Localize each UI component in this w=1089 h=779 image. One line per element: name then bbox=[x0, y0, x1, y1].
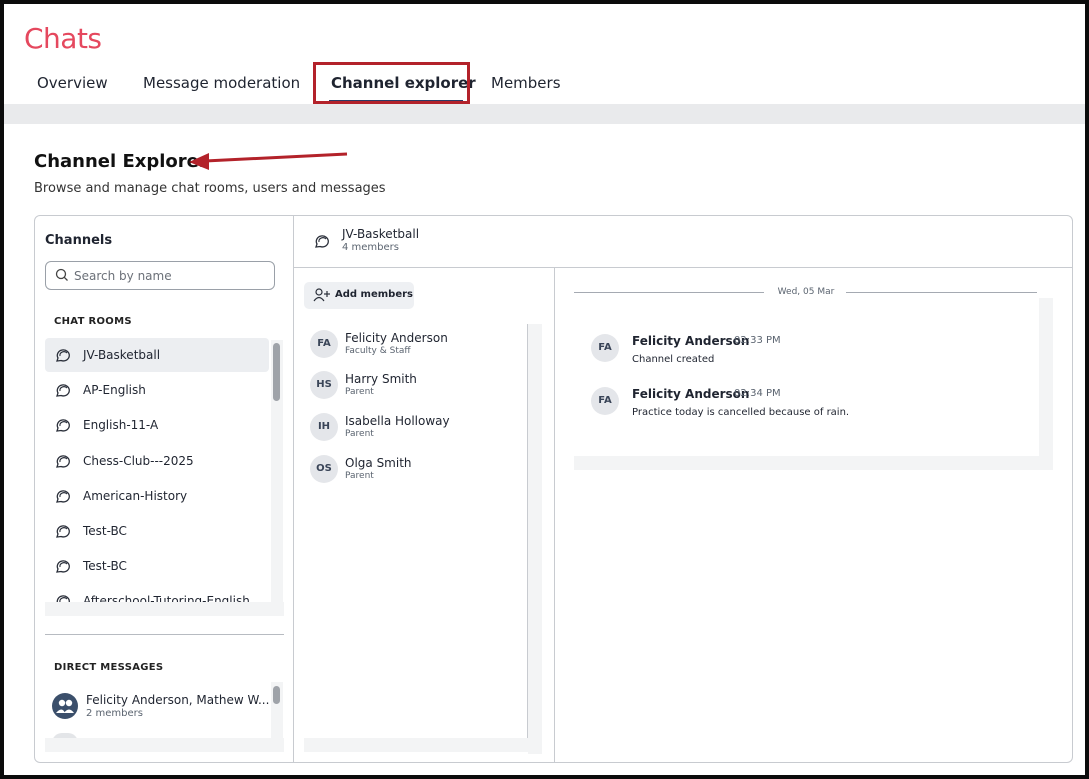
page-title: Channel Explorer bbox=[34, 151, 208, 172]
tab-overview[interactable]: Overview bbox=[37, 74, 108, 92]
chat-room-item[interactable]: AP-English bbox=[45, 373, 269, 407]
message-item: FA Felicity Anderson 02:34 PM Practice t… bbox=[591, 383, 1031, 429]
messages-horizontal-scrollbar bbox=[574, 456, 1053, 470]
add-members-button[interactable]: Add members bbox=[304, 282, 414, 309]
member-item[interactable]: FA Felicity Anderson Faculty & Staff bbox=[304, 324, 528, 364]
direct-message-members: 2 members bbox=[86, 708, 143, 719]
chat-room-icon bbox=[56, 595, 70, 602]
member-item[interactable]: HS Harry Smith Parent bbox=[304, 365, 528, 405]
dm-horizontal-scrollbar bbox=[45, 738, 284, 752]
tab-message-moderation[interactable]: Message moderation bbox=[143, 74, 300, 92]
chat-room-label: Test-BC bbox=[83, 524, 127, 538]
avatar: FA bbox=[591, 334, 619, 362]
date-divider-label: Wed, 05 Mar bbox=[777, 287, 835, 297]
chat-rooms-label: CHAT ROOMS bbox=[54, 316, 132, 327]
date-divider-line bbox=[846, 292, 1037, 293]
chat-room-icon bbox=[56, 384, 70, 397]
avatar: FA bbox=[310, 330, 338, 358]
chat-room-label: Chess-Club---2025 bbox=[83, 454, 194, 468]
app-title: Chats bbox=[24, 22, 102, 55]
chat-room-item[interactable]: Test-BC bbox=[45, 549, 269, 583]
chat-rooms-list: JV-Basketball AP-English English-11-A Ch… bbox=[45, 338, 284, 602]
section-divider bbox=[45, 634, 284, 635]
chat-room-item[interactable]: Test-BC bbox=[45, 514, 269, 548]
messages-scrollbar[interactable] bbox=[1039, 298, 1053, 470]
chat-room-item[interactable]: Chess-Club---2025 bbox=[45, 444, 269, 478]
avatar: FA bbox=[591, 387, 619, 415]
member-name: Felicity Anderson bbox=[345, 331, 448, 345]
message-author: Felicity Anderson bbox=[632, 334, 750, 348]
search-icon bbox=[55, 268, 68, 281]
member-name: Olga Smith bbox=[345, 456, 412, 470]
message-time: 02:34 PM bbox=[734, 388, 781, 399]
avatar: HS bbox=[310, 371, 338, 399]
chat-room-label: Afterschool-Tutoring-English bbox=[83, 594, 250, 602]
chat-room-item[interactable]: Afterschool-Tutoring-English bbox=[45, 584, 269, 602]
member-role: Parent bbox=[345, 429, 374, 439]
member-name: Isabella Holloway bbox=[345, 414, 450, 428]
message-item: FA Felicity Anderson 02:33 PM Channel cr… bbox=[591, 330, 1031, 376]
channels-sidebar: Channels CHAT ROOMS JV-Basketball AP-Eng… bbox=[35, 216, 294, 762]
member-item[interactable]: IH Isabella Holloway Parent bbox=[304, 407, 528, 447]
tab-highlight-box bbox=[313, 62, 470, 104]
avatar: IH bbox=[310, 413, 338, 441]
chat-room-label: AP-English bbox=[83, 383, 146, 397]
chat-room-label: Test-BC bbox=[83, 559, 127, 573]
member-role: Faculty & Staff bbox=[345, 346, 411, 356]
group-avatar-icon bbox=[52, 693, 78, 719]
avatar: OS bbox=[310, 455, 338, 483]
add-user-icon bbox=[313, 288, 330, 302]
channel-name: JV-Basketball bbox=[342, 227, 420, 241]
chat-room-label: English-11-A bbox=[83, 418, 159, 432]
rooms-scrollbar-thumb[interactable] bbox=[273, 343, 280, 401]
chat-room-item[interactable]: American-History bbox=[45, 479, 269, 513]
message-author: Felicity Anderson bbox=[632, 387, 750, 401]
message-text: Channel created bbox=[632, 354, 715, 365]
search-box[interactable] bbox=[45, 261, 275, 290]
member-name: Harry Smith bbox=[345, 372, 417, 386]
chat-room-icon bbox=[56, 419, 70, 432]
chat-room-icon bbox=[56, 560, 70, 573]
chat-room-label: JV-Basketball bbox=[83, 348, 161, 362]
member-role: Parent bbox=[345, 471, 374, 481]
app-window: Chats Overview Message moderation Channe… bbox=[0, 0, 1089, 779]
chat-room-item[interactable]: English-11-A bbox=[45, 408, 269, 442]
members-panel: Add members FA Felicity Anderson Faculty… bbox=[294, 268, 555, 762]
direct-messages-label: DIRECT MESSAGES bbox=[54, 662, 164, 673]
members-list: FA Felicity Anderson Faculty & Staff HS … bbox=[304, 324, 528, 748]
annotation-arrow bbox=[189, 152, 348, 170]
channels-heading: Channels bbox=[45, 233, 113, 248]
message-text: Practice today is cancelled because of r… bbox=[632, 407, 850, 418]
dm-scrollbar-thumb[interactable] bbox=[273, 686, 280, 704]
direct-message-name: Felicity Anderson, Mathew W... bbox=[86, 693, 270, 707]
chat-room-icon bbox=[56, 525, 70, 538]
tab-bar: Overview Message moderation Channel expl… bbox=[4, 66, 1085, 106]
member-role: Parent bbox=[345, 387, 374, 397]
direct-message-item[interactable]: Felicity Anderson, Mathew W... 2 members bbox=[45, 686, 269, 730]
add-members-label: Add members bbox=[335, 289, 413, 300]
header-separator bbox=[4, 104, 1085, 124]
chat-room-icon bbox=[56, 455, 70, 468]
chat-room-icon bbox=[56, 490, 70, 503]
members-horizontal-scrollbar bbox=[304, 738, 542, 752]
rooms-horizontal-scrollbar bbox=[45, 602, 284, 616]
search-input[interactable] bbox=[74, 267, 264, 285]
chat-room-label: American-History bbox=[83, 489, 188, 503]
member-item[interactable]: OS Olga Smith Parent bbox=[304, 449, 528, 489]
chat-room-icon bbox=[56, 349, 70, 362]
channel-explorer-panel: Channels CHAT ROOMS JV-Basketball AP-Eng… bbox=[34, 215, 1073, 763]
page-subtitle: Browse and manage chat rooms, users and … bbox=[34, 181, 386, 196]
date-divider-line bbox=[574, 292, 764, 293]
chat-room-icon bbox=[315, 235, 329, 248]
chat-room-item[interactable]: JV-Basketball bbox=[45, 338, 269, 372]
members-scrollbar[interactable] bbox=[528, 324, 542, 754]
message-time: 02:33 PM bbox=[734, 335, 781, 346]
messages-panel: Wed, 05 Mar FA Felicity Anderson 02:33 P… bbox=[555, 268, 1072, 762]
tab-members[interactable]: Members bbox=[491, 74, 561, 92]
channel-header: JV-Basketball 4 members bbox=[294, 216, 1072, 268]
channel-member-count: 4 members bbox=[342, 242, 399, 253]
